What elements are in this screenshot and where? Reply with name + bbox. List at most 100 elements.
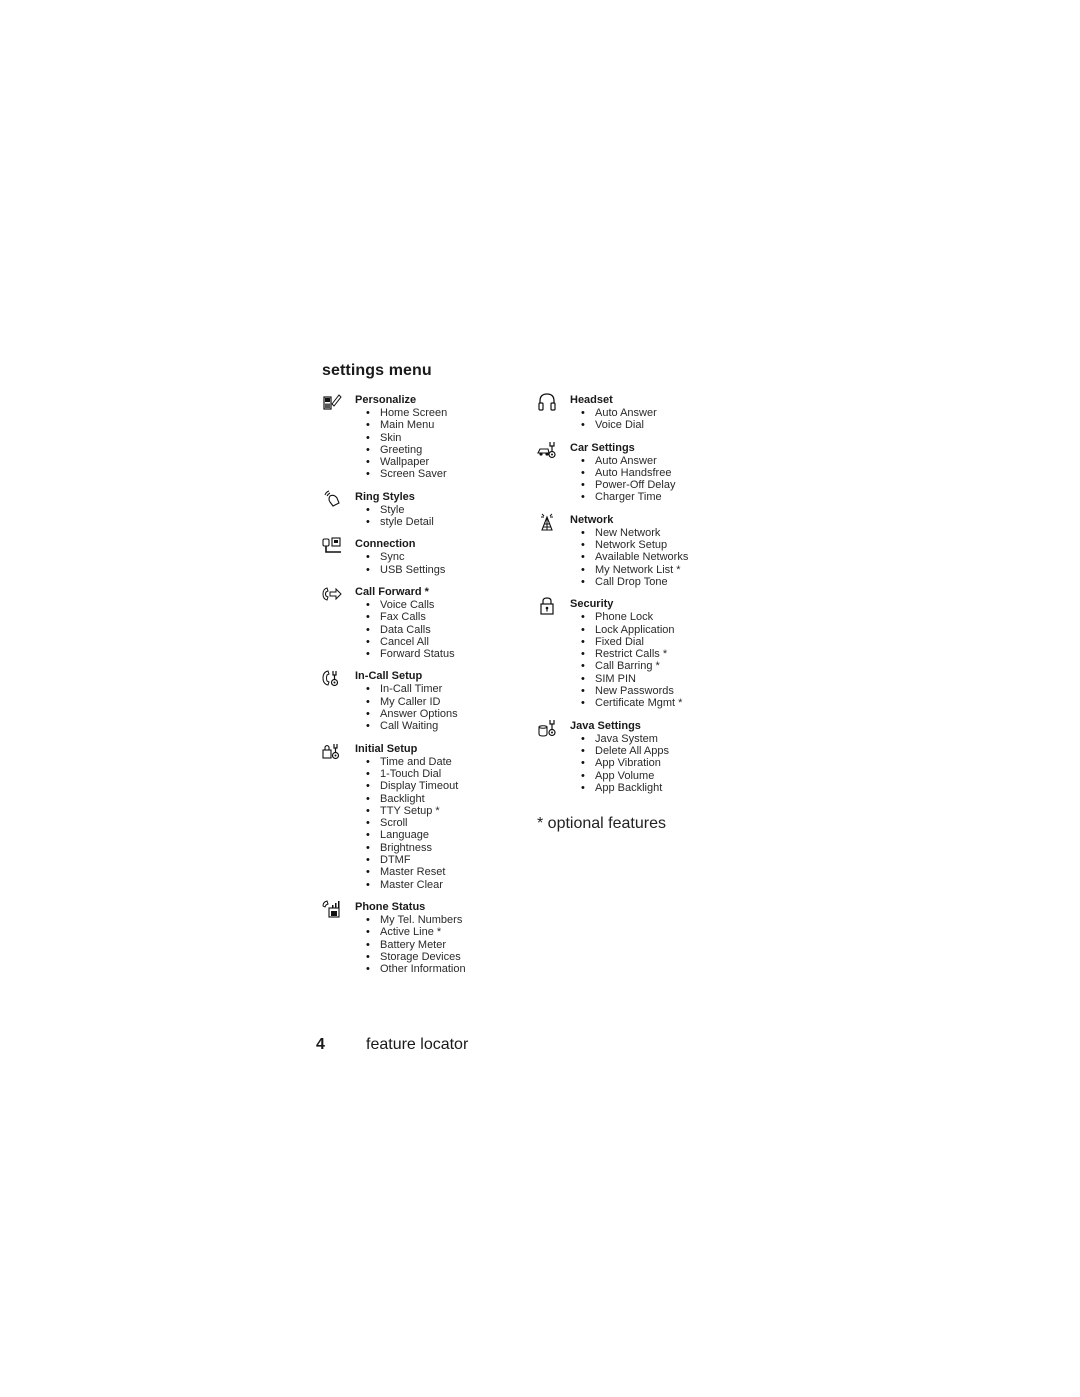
list-item: Master Reset xyxy=(366,866,522,879)
list-item: Answer Options xyxy=(366,708,522,721)
list-item: Certificate Mgmt * xyxy=(581,697,737,710)
list-item: SIM PIN xyxy=(581,673,737,686)
section-initial-setup: Initial Setup Time and Date 1-Touch Dial… xyxy=(322,742,522,891)
section-java-settings: Java Settings Java System Delete All App… xyxy=(537,719,737,794)
list-item: Sync xyxy=(366,551,522,564)
item-list: In-Call Timer My Caller ID Answer Option… xyxy=(322,683,522,732)
car-settings-icon xyxy=(537,441,557,459)
item-list: Voice Calls Fax Calls Data Calls Cancel … xyxy=(322,599,522,661)
list-item: Available Networks xyxy=(581,551,737,564)
section-title: Phone Status xyxy=(355,900,426,913)
item-list: Auto Answer Voice Dial xyxy=(537,407,737,432)
list-item: Master Clear xyxy=(366,879,522,892)
item-list: Java System Delete All Apps App Vibratio… xyxy=(537,733,737,795)
item-list: Auto Answer Auto Handsfree Power-Off Del… xyxy=(537,455,737,504)
list-item: My Caller ID xyxy=(366,696,522,709)
list-item: Power-Off Delay xyxy=(581,479,737,492)
list-item: Voice Calls xyxy=(366,599,522,612)
footer-label: feature locator xyxy=(366,1036,469,1053)
list-item: Wallpaper xyxy=(366,456,522,469)
section-title: Initial Setup xyxy=(355,742,418,755)
section-title: In-Call Setup xyxy=(355,670,423,683)
section-title: Network xyxy=(570,513,614,526)
list-item: Forward Status xyxy=(366,648,522,661)
section-security: Security Phone Lock Lock Application Fix… xyxy=(537,597,737,710)
security-icon xyxy=(537,597,557,615)
list-item: Network Setup xyxy=(581,539,737,552)
list-item: App Volume xyxy=(581,770,737,783)
list-item: Call Barring * xyxy=(581,660,737,673)
list-item: Main Menu xyxy=(366,419,522,432)
phone-status-icon xyxy=(322,900,342,918)
section-title: Ring Styles xyxy=(355,490,415,503)
list-item: My Network List * xyxy=(581,564,737,577)
section-ring-styles: Ring Styles Style style Detail xyxy=(322,490,522,529)
list-item: TTY Setup * xyxy=(366,805,522,818)
list-item: Active Line * xyxy=(366,926,522,939)
list-item: Data Calls xyxy=(366,624,522,637)
list-item: My Tel. Numbers xyxy=(366,914,522,927)
list-item: Auto Handsfree xyxy=(581,467,737,480)
item-list: Home Screen Main Menu Skin Greeting Wall… xyxy=(322,407,522,481)
item-list: Phone Lock Lock Application Fixed Dial R… xyxy=(537,611,737,710)
list-item: Brightness xyxy=(366,842,522,855)
list-item: Other Information xyxy=(366,963,522,976)
list-item: USB Settings xyxy=(366,564,522,577)
list-item: Restrict Calls * xyxy=(581,648,737,661)
list-item: New Passwords xyxy=(581,685,737,698)
network-icon xyxy=(537,513,557,531)
list-item: Voice Dial xyxy=(581,419,737,432)
left-column: Personalize Home Screen Main Menu Skin G… xyxy=(322,393,522,984)
list-item: Fax Calls xyxy=(366,611,522,624)
section-phone-status: Phone Status My Tel. Numbers Active Line… xyxy=(322,900,522,976)
list-item: DTMF xyxy=(366,854,522,867)
list-item: Charger Time xyxy=(581,491,737,504)
item-list: Sync USB Settings xyxy=(322,551,522,576)
page-title: settings menu xyxy=(322,362,432,379)
section-connection: Connection Sync USB Settings xyxy=(322,537,522,576)
in-call-setup-icon xyxy=(322,669,342,687)
list-item: Auto Answer xyxy=(581,407,737,420)
list-item: style Detail xyxy=(366,516,522,529)
optional-features-note: * optional features xyxy=(537,815,666,832)
list-item: Call Waiting xyxy=(366,720,522,733)
list-item: Display Timeout xyxy=(366,780,522,793)
section-car-settings: Car Settings Auto Answer Auto Handsfree … xyxy=(537,441,737,504)
list-item: Auto Answer xyxy=(581,455,737,468)
section-network: Network New Network Network Setup Availa… xyxy=(537,513,737,589)
list-item: App Backlight xyxy=(581,782,737,795)
page-number: 4 xyxy=(316,1036,325,1053)
section-personalize: Personalize Home Screen Main Menu Skin G… xyxy=(322,393,522,481)
list-item: App Vibration xyxy=(581,757,737,770)
list-item: In-Call Timer xyxy=(366,683,522,696)
list-item: Style xyxy=(366,504,522,517)
list-item: Skin xyxy=(366,432,522,445)
headset-icon xyxy=(537,393,557,411)
item-list: New Network Network Setup Available Netw… xyxy=(537,527,737,589)
list-item: Scroll xyxy=(366,817,522,830)
initial-setup-icon xyxy=(322,742,342,760)
list-item: Greeting xyxy=(366,444,522,457)
right-column: Headset Auto Answer Voice Dial Car Setti… xyxy=(537,393,737,803)
list-item: Delete All Apps xyxy=(581,745,737,758)
item-list: Time and Date 1-Touch Dial Display Timeo… xyxy=(322,756,522,892)
list-item: Phone Lock xyxy=(581,611,737,624)
list-item: Backlight xyxy=(366,793,522,806)
call-forward-icon xyxy=(322,585,342,603)
section-title: Headset xyxy=(570,394,613,406)
section-title: Call Forward * xyxy=(355,585,429,598)
list-item: Java System xyxy=(581,733,737,746)
list-item: Call Drop Tone xyxy=(581,576,737,589)
personalize-icon xyxy=(322,393,342,411)
list-item: Cancel All xyxy=(366,636,522,649)
ring-styles-icon xyxy=(322,490,342,508)
list-item: Screen Saver xyxy=(366,468,522,481)
list-item: 1-Touch Dial xyxy=(366,768,522,781)
section-title: Security xyxy=(570,598,614,611)
list-item: Battery Meter xyxy=(366,939,522,952)
connection-icon xyxy=(322,537,342,555)
list-item: Storage Devices xyxy=(366,951,522,964)
item-list: My Tel. Numbers Active Line * Battery Me… xyxy=(322,914,522,976)
java-settings-icon xyxy=(537,719,557,737)
list-item: Fixed Dial xyxy=(581,636,737,649)
